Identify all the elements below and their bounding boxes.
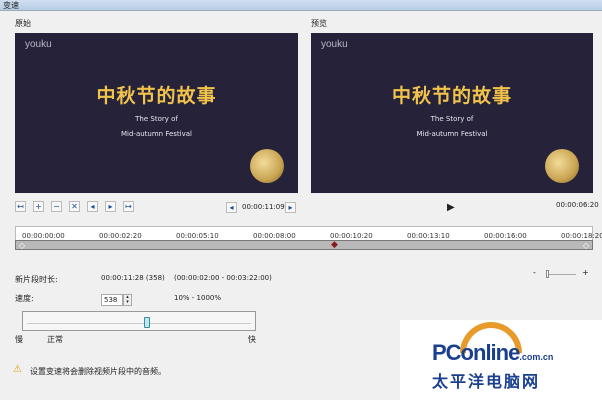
mark-in-icon[interactable]: ↤ [15,201,26,212]
video-title-cn: 中秋节的故事 [391,85,512,107]
moon-image [250,149,284,183]
video-title-en: Mid-autumn Festival [416,130,488,138]
speed-input[interactable]: 538 [101,294,123,306]
timeline-tick-label: 00:00:02:20 [99,232,142,240]
window-title: 变速 [0,0,602,11]
duration-label: 新片段时长: [15,275,58,284]
timeline-tick-label: 00:00:10:20 [330,232,373,240]
speed-slider-thumb[interactable] [144,317,150,328]
timeline-tick-label: 00:00:16:00 [484,232,527,240]
duration-range: (00:00:02:00 - 00:03:22:00) [174,274,272,282]
speed-range: 10% - 1000% [174,294,222,302]
speed-stepper[interactable]: ▴ ▾ [123,294,132,306]
speed-slider[interactable] [22,311,256,331]
original-video: youku 中秋节的故事 The Story of Mid-autumn Fes… [15,33,298,193]
slow-label: 慢 [15,335,23,344]
timeline-tick-label: 00:00:13:10 [407,232,450,240]
current-time: 00:00:11:09 [242,203,285,211]
moon-image [545,149,579,183]
timeline-tick-label: 00:00:08:00 [253,232,296,240]
playhead-icon[interactable]: ◆ [331,240,338,250]
edit-toolbar: ↤ + − ✕ ◂ ▸ ↦ [15,201,134,212]
play-button[interactable]: ▶ [447,202,455,213]
timeline-tick-label: 00:00:05:10 [176,232,219,240]
split-icon[interactable]: ✕ [69,201,80,212]
prev-frame-button[interactable]: ◂ [226,202,237,213]
video-title-en: Mid-autumn Festival [120,130,192,138]
warning-text: 设置变速将会删除视频片段中的音频。 [30,367,166,376]
timeline-ruler: 00:00:00:00 00:00:02:20 00:00:05:10 00:00:0… [15,226,602,240]
youku-logo: youku [25,39,52,50]
zoom-slider[interactable] [546,270,576,278]
original-label: 原始 [15,19,31,28]
start-marker-icon[interactable]: ◇ [19,241,25,250]
zoom-out-button[interactable]: - [533,268,536,277]
video-title-en: The Story of [135,115,178,123]
brand-cn-text: 太平洋电脑网 [432,372,541,391]
video-title-cn: 中秋节的故事 [96,85,217,107]
prev-frame-icon[interactable]: ◂ [87,201,98,212]
normal-label: 正常 [47,335,63,344]
pconline-watermark: PConline.com.cn 太平洋电脑网 [400,309,602,400]
timeline-track[interactable]: ◇ ◆ ◇ [15,240,593,250]
speed-label: 速度: [15,294,34,303]
brand-text: PConline [432,340,520,365]
preview-label: 预览 [311,19,327,28]
preview-time: 00:00:06:20 [556,201,599,209]
youku-logo: youku [321,39,348,50]
next-frame-icon[interactable]: ▸ [105,201,116,212]
add-icon[interactable]: + [33,201,44,212]
remove-icon[interactable]: − [51,201,62,212]
zoom-slider-thumb[interactable] [546,270,549,278]
timeline-tick-label: 00:00:00:00 [22,232,65,240]
next-frame-button[interactable]: ▸ [285,202,296,213]
zoom-in-button[interactable]: + [582,268,589,277]
timeline-tick-label: 00:00:18:20 [561,232,602,240]
fast-label: 快 [248,335,256,344]
domain-text: .com.cn [519,352,554,362]
mark-out-icon[interactable]: ↦ [123,201,134,212]
warning-icon: ⚠ [13,364,22,375]
end-marker-icon[interactable]: ◇ [583,241,589,250]
duration-value: 00:00:11:28 (358) [101,274,165,282]
video-title-en: The Story of [430,115,474,123]
preview-video: youku 中秋节的故事 The Story of Mid-autumn Fes… [311,33,593,193]
